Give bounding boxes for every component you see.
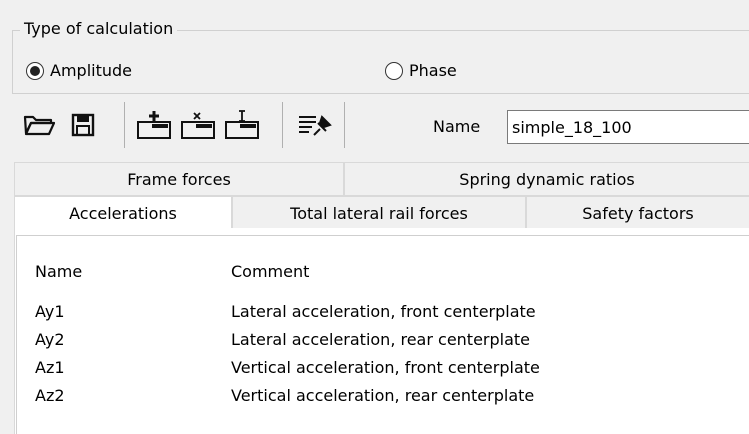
name-label: Name — [433, 117, 481, 136]
toolbar-separator — [124, 102, 125, 148]
open-button[interactable] — [20, 106, 58, 144]
insert-row-button[interactable] — [223, 106, 261, 144]
list-item[interactable]: Ay1 Lateral acceleration, front centerpl… — [17, 297, 749, 325]
window-top — [0, 0, 749, 10]
signal-list[interactable]: Name Comment Ay1 Lateral acceleration, f… — [16, 235, 749, 434]
tab-row-1: Frame forces Spring dynamic ratios — [14, 162, 749, 196]
tab-total-lateral-rail-forces[interactable]: Total lateral rail forces — [232, 196, 526, 230]
item-name: Ay2 — [35, 329, 65, 349]
list-item[interactable]: Ay2 Lateral acceleration, rear centerpla… — [17, 325, 749, 353]
calc-type-title: Type of calculation — [20, 18, 178, 40]
amplitude-radio[interactable]: Amplitude — [26, 60, 132, 82]
tab-frame-forces[interactable]: Frame forces — [14, 162, 344, 196]
radio-unchecked-icon — [385, 62, 403, 80]
item-comment: Vertical acceleration, front centerplate — [231, 357, 540, 377]
delete-row-icon — [181, 112, 215, 139]
delete-row-button[interactable] — [179, 106, 217, 144]
pin-list-icon — [299, 115, 332, 136]
item-name: Az2 — [35, 385, 65, 405]
column-header-comment[interactable]: Comment — [231, 262, 309, 281]
amplitude-label: Amplitude — [50, 61, 132, 80]
add-row-button[interactable] — [135, 106, 173, 144]
name-field[interactable] — [507, 110, 749, 144]
item-comment: Lateral acceleration, rear centerplate — [231, 329, 531, 349]
toolbar-separator — [282, 102, 283, 148]
toolbar-separator — [344, 102, 345, 148]
item-name: Ay1 — [35, 301, 65, 321]
open-folder-icon — [23, 115, 55, 136]
tab-safety-factors[interactable]: Safety factors — [526, 196, 749, 230]
list-item[interactable]: Az2 Vertical acceleration, rear centerpl… — [17, 381, 749, 409]
tab-spring-dynamic-ratios[interactable]: Spring dynamic ratios — [344, 162, 749, 196]
add-row-icon — [137, 111, 171, 139]
list-item[interactable]: Az1 Vertical acceleration, front centerp… — [17, 353, 749, 381]
phase-radio[interactable]: Phase — [385, 60, 457, 82]
column-header-name[interactable]: Name — [35, 262, 82, 281]
item-comment: Lateral acceleration, front centerplate — [231, 301, 536, 321]
phase-label: Phase — [409, 61, 457, 80]
item-name: Az1 — [35, 357, 65, 377]
pin-list-button[interactable] — [295, 106, 333, 144]
tab-row-2: Accelerations Total lateral rail forces … — [14, 196, 749, 230]
save-button[interactable] — [64, 106, 102, 144]
item-comment: Vertical acceleration, rear centerplate — [231, 385, 535, 405]
list-header: Name Comment — [17, 257, 749, 285]
tab-accelerations[interactable]: Accelerations — [14, 196, 232, 230]
insert-row-icon — [225, 110, 259, 139]
radio-checked-icon — [26, 62, 44, 80]
save-icon — [71, 113, 95, 137]
